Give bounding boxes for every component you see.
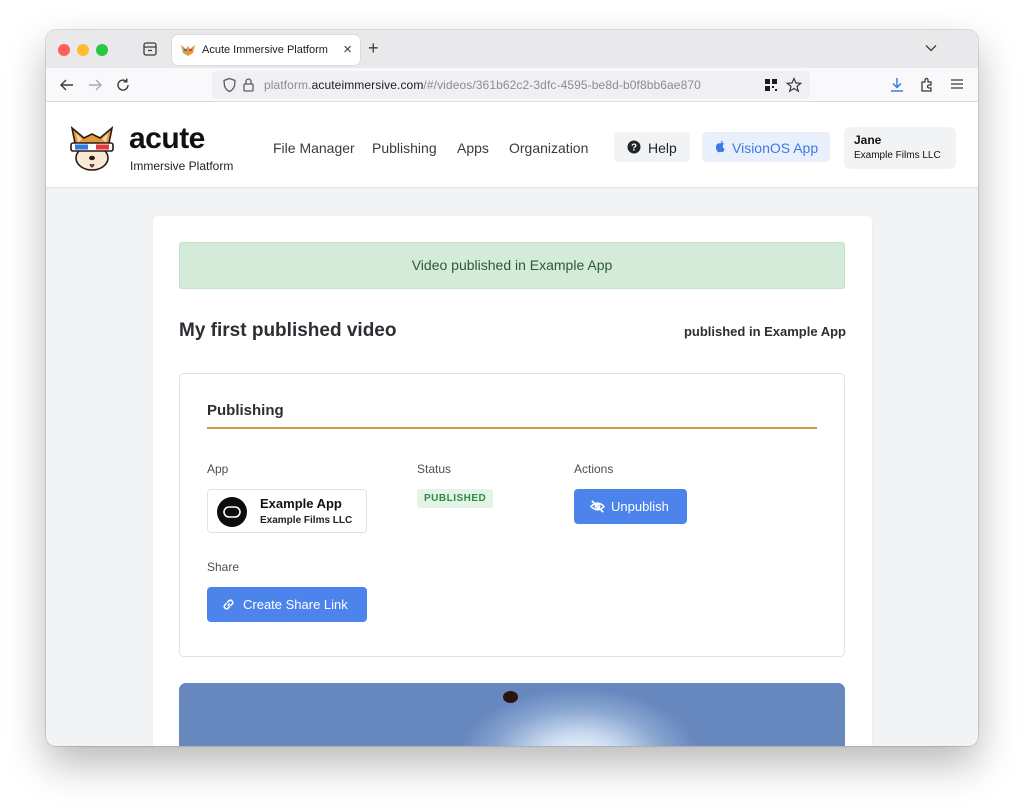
apple-icon [715,140,725,153]
user-menu[interactable]: Jane Example Films LLC [844,127,956,169]
site-header: acute Immersive Platform File Manager Pu… [46,102,978,188]
video-detail-card: Video published in Example App My first … [153,216,872,746]
shield-icon[interactable] [222,77,237,93]
tab-list-icon[interactable] [142,41,158,57]
vr-headset-icon [223,506,241,518]
success-alert: Video published in Example App [179,242,845,289]
nav-publishing[interactable]: Publishing [372,140,437,156]
nav-file-manager[interactable]: File Manager [273,140,355,156]
qr-code-icon[interactable] [764,78,778,92]
video-preview[interactable] [179,683,845,746]
new-tab-button[interactable]: + [368,38,379,59]
actions-column-label: Actions [574,462,614,476]
publishing-section: Publishing App Status Actions Example Ap… [179,373,845,657]
svg-text:?: ? [631,143,637,154]
visionos-label: VisionOS App [732,140,819,156]
unpublish-button[interactable]: Unpublish [574,489,687,524]
brand-subtitle: Immersive Platform [130,159,234,173]
app-chip[interactable]: Example App Example Films LLC [207,489,367,533]
visionos-app-button[interactable]: VisionOS App [702,132,830,162]
tab-strip: Acute Immersive Platform × + [46,30,978,68]
lock-icon[interactable] [242,77,255,93]
fox-favicon-icon [181,45,195,56]
star-bookmark-icon[interactable] [786,77,802,93]
url-path: /#/videos/361b62c2-3dfc-4595-be8d-b0f8bb… [423,78,701,92]
close-window-button[interactable] [58,44,70,56]
menu-hamburger-icon[interactable] [950,77,964,91]
status-column-label: Status [417,462,452,476]
url-bar[interactable]: platform.acuteimmersive.com/#/videos/361… [212,71,810,99]
status-badge: PUBLISHED [417,489,494,508]
url-domain: acuteimmersive.com [311,78,424,92]
link-icon [223,599,234,610]
publishing-heading: Publishing [207,402,284,419]
reload-icon[interactable] [114,76,132,94]
download-icon[interactable] [889,76,905,94]
video-preview-spot [503,691,518,703]
eye-slash-icon [590,500,605,513]
app-logo [217,497,247,527]
chevron-down-icon[interactable] [924,41,938,55]
url-prefix: platform. [264,78,312,92]
app-organization: Example Films LLC [260,515,353,526]
user-name: Jane [854,133,882,147]
published-in-label: published in Example App [683,324,846,339]
back-arrow-icon[interactable] [58,76,76,94]
create-share-link-button[interactable]: Create Share Link [207,587,367,622]
help-label: Help [648,140,677,156]
share-button-label: Create Share Link [243,597,348,612]
zoom-window-button[interactable] [96,44,108,56]
nav-organization[interactable]: Organization [509,140,588,156]
browser-tab-active[interactable]: Acute Immersive Platform × [172,35,360,65]
navigation-toolbar: platform.acuteimmersive.com/#/videos/361… [46,68,978,102]
tab-close-icon[interactable]: × [343,41,352,58]
forward-arrow-icon[interactable] [86,76,104,94]
page-content: acute Immersive Platform File Manager Pu… [46,102,978,746]
brand-name[interactable]: acute [129,124,205,154]
app-column-label: App [207,462,229,476]
user-organization: Example Films LLC [854,150,941,161]
tab-title: Acute Immersive Platform [202,44,328,56]
extensions-puzzle-icon[interactable] [919,76,935,94]
app-name: Example App [260,496,342,511]
video-title: My first published video [179,320,397,341]
url-text[interactable]: platform.acuteimmersive.com/#/videos/361… [264,78,701,92]
minimize-window-button[interactable] [77,44,89,56]
unpublish-label: Unpublish [611,499,669,514]
share-label: Share [207,560,240,574]
question-circle-icon: ? [627,140,641,154]
fox-logo-icon[interactable] [66,124,118,172]
nav-apps[interactable]: Apps [457,140,489,156]
browser-window: Acute Immersive Platform × + platform.ac… [46,30,978,746]
help-button[interactable]: ? Help [614,132,690,162]
section-divider [207,427,817,429]
